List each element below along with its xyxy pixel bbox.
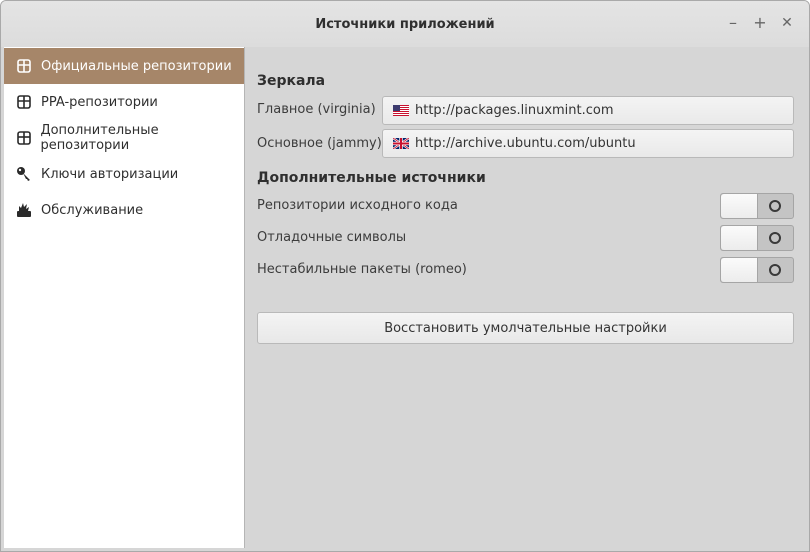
base-mirror-label: Основное (jammy) — [257, 136, 382, 151]
off-indicator-icon — [769, 264, 781, 276]
sidebar-item-maintenance[interactable]: Обслуживание — [4, 192, 244, 228]
sidebar-item-additional-repositories[interactable]: Дополнительные репозитории — [4, 120, 244, 156]
sidebar-item-label: Официальные репозитории — [41, 58, 232, 74]
source-code-switch[interactable] — [720, 193, 794, 219]
main-mirror-url: http://packages.linuxmint.com — [415, 103, 614, 118]
key-icon — [16, 166, 32, 182]
software-sources-window: Источники приложений – + ✕ Официальные р… — [0, 0, 810, 552]
base-mirror-button[interactable]: http://archive.ubuntu.com/ubuntu — [382, 129, 794, 158]
sidebar-item-label: PPA-репозитории — [41, 94, 158, 110]
switch-knob — [721, 258, 758, 282]
us-flag-icon — [393, 105, 409, 116]
debug-symbols-switch[interactable] — [720, 225, 794, 251]
off-indicator-icon — [769, 200, 781, 212]
title-bar[interactable]: Источники приложений – + ✕ — [1, 1, 809, 47]
package-icon — [16, 130, 31, 146]
sidebar-item-label: Ключи авторизации — [41, 166, 179, 182]
base-mirror-url: http://archive.ubuntu.com/ubuntu — [415, 136, 636, 151]
sidebar-item-ppa[interactable]: PPA-репозитории — [4, 84, 244, 120]
main-panel: Зеркала Главное (virginia) http://packag… — [245, 47, 809, 551]
package-icon — [16, 94, 32, 110]
close-icon[interactable]: ✕ — [778, 14, 796, 32]
main-mirror-button[interactable]: http://packages.linuxmint.com — [382, 96, 794, 125]
package-icon — [16, 58, 32, 74]
minimize-icon[interactable]: – — [724, 14, 742, 32]
uk-flag-icon — [393, 138, 409, 149]
sidebar-item-official-repositories[interactable]: Официальные репозитории — [4, 48, 244, 84]
sidebar-item-authentication-keys[interactable]: Ключи авторизации — [4, 156, 244, 192]
optional-sources-heading: Дополнительные источники — [257, 170, 486, 186]
sidebar-item-label: Обслуживание — [41, 202, 144, 218]
maximize-icon[interactable]: + — [751, 14, 769, 32]
sidebar: Официальные репозитории PPA-репозитории … — [4, 47, 245, 548]
switch-knob — [721, 194, 758, 218]
switch-knob — [721, 226, 758, 250]
unstable-packages-switch[interactable] — [720, 257, 794, 283]
restore-defaults-button[interactable]: Восстановить умолчательные настройки — [257, 312, 794, 344]
source-code-label: Репозитории исходного кода — [257, 198, 458, 213]
off-indicator-icon — [769, 232, 781, 244]
sidebar-item-label: Дополнительные репозитории — [40, 123, 159, 153]
maintenance-icon — [16, 202, 32, 218]
main-mirror-label: Главное (virginia) — [257, 102, 376, 117]
unstable-packages-label: Нестабильные пакеты (romeo) — [257, 262, 467, 277]
mirrors-heading: Зеркала — [257, 73, 326, 89]
debug-symbols-label: Отладочные символы — [257, 230, 407, 245]
restore-defaults-label: Восстановить умолчательные настройки — [384, 320, 667, 336]
window-title: Источники приложений — [315, 17, 495, 32]
